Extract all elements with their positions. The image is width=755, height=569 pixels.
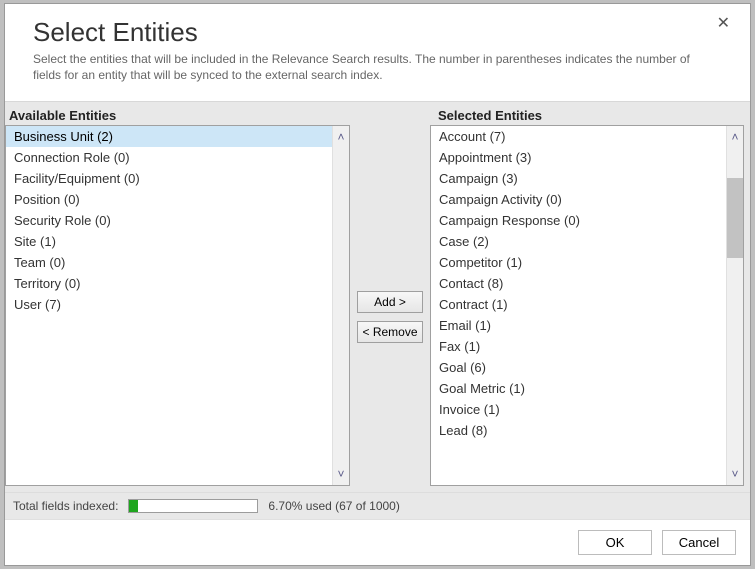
scroll-down-icon[interactable]: ˅ [333,463,349,485]
list-item[interactable]: Position (0) [6,189,332,210]
list-item[interactable]: Connection Role (0) [6,147,332,168]
list-item[interactable]: Territory (0) [6,273,332,294]
scroll-up-icon[interactable]: ˄ [727,126,743,148]
status-bar: Total fields indexed: 6.70% used (67 of … [5,492,750,519]
scroll-thumb[interactable] [727,178,743,258]
close-button[interactable]: ✕ [711,12,736,36]
dialog-body: Available Entities Business Unit (2)Conn… [5,102,750,492]
list-item[interactable]: Campaign Response (0) [431,210,726,231]
available-scrollbar[interactable]: ˄ ˅ [332,126,349,485]
dialog-description: Select the entities that will be include… [33,51,713,83]
list-item[interactable]: Campaign Activity (0) [431,189,726,210]
available-listbox[interactable]: Business Unit (2)Connection Role (0)Faci… [5,125,350,486]
ok-button[interactable]: OK [578,530,652,555]
list-item[interactable]: Team (0) [6,252,332,273]
selected-column: Selected Entities Account (7)Appointment… [430,102,750,492]
list-item[interactable]: Fax (1) [431,336,726,357]
list-item[interactable]: Account (7) [431,126,726,147]
list-item[interactable]: Email (1) [431,315,726,336]
list-item[interactable]: Site (1) [6,231,332,252]
remove-button[interactable]: < Remove [357,321,423,343]
selected-scrollbar[interactable]: ˄ ˅ [726,126,743,485]
scroll-down-icon[interactable]: ˅ [727,463,743,485]
close-icon: ✕ [717,15,730,32]
list-item[interactable]: Facility/Equipment (0) [6,168,332,189]
transfer-buttons: Add > < Remove [350,102,430,492]
selected-listbox[interactable]: Account (7)Appointment (3)Campaign (3)Ca… [430,125,744,486]
dialog-footer: OK Cancel [5,519,750,565]
available-entities-label: Available Entities [5,102,350,125]
status-label: Total fields indexed: [13,499,118,513]
list-item[interactable]: User (7) [6,294,332,315]
select-entities-dialog: Select Entities Select the entities that… [4,3,751,566]
add-button[interactable]: Add > [357,291,423,313]
progress-bar-fill [129,500,138,512]
list-item[interactable]: Case (2) [431,231,726,252]
list-item[interactable]: Campaign (3) [431,168,726,189]
list-item[interactable]: Appointment (3) [431,147,726,168]
progress-bar [128,499,258,513]
list-item[interactable]: Goal Metric (1) [431,378,726,399]
list-item[interactable]: Invoice (1) [431,399,726,420]
list-item[interactable]: Security Role (0) [6,210,332,231]
scroll-up-icon[interactable]: ˄ [333,126,349,148]
list-item[interactable]: Goal (6) [431,357,726,378]
dialog-title: Select Entities [33,18,722,47]
status-percent: 6.70% used (67 of 1000) [268,499,399,513]
list-item[interactable]: Competitor (1) [431,252,726,273]
list-item[interactable]: Contract (1) [431,294,726,315]
dialog-header: Select Entities Select the entities that… [5,4,750,91]
cancel-button[interactable]: Cancel [662,530,736,555]
available-column: Available Entities Business Unit (2)Conn… [5,102,350,492]
list-item[interactable]: Contact (8) [431,273,726,294]
list-item[interactable]: Lead (8) [431,420,726,441]
list-item[interactable]: Business Unit (2) [6,126,332,147]
selected-entities-label: Selected Entities [430,102,750,125]
